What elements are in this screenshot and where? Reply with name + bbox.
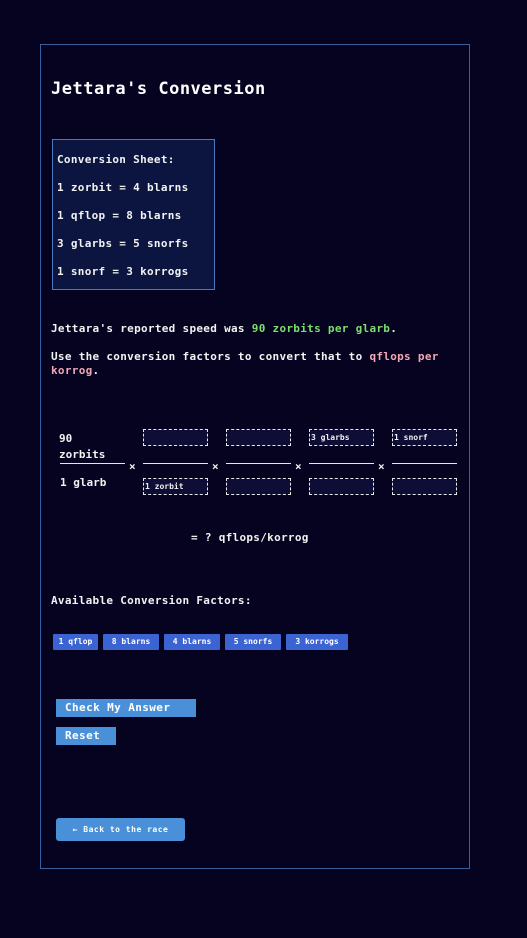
main-panel: Jettara's Conversion Conversion Sheet: 1…	[40, 44, 470, 869]
factor-chip[interactable]: 1 qflop	[53, 634, 98, 650]
instruction-suffix: .	[92, 364, 100, 377]
back-to-race-button[interactable]: ← Back to the race	[56, 818, 185, 841]
sheet-line-3: 3 glarbs = 5 snorfs	[57, 237, 189, 250]
slot-3-fraction-bar	[309, 463, 374, 464]
slot-1-denominator[interactable]: 1 zorbit	[143, 478, 208, 495]
slot-3-numerator[interactable]: 3 glarbs	[309, 429, 374, 446]
slot-2-numerator[interactable]	[226, 429, 291, 446]
start-denominator: 1 glarb	[60, 476, 107, 489]
slot-2-fraction-bar	[226, 463, 291, 464]
factor-chip[interactable]: 5 snorfs	[225, 634, 281, 650]
speed-value: 90 zorbits per glarb	[251, 322, 391, 335]
times-symbol-3: ×	[295, 460, 302, 473]
sheet-line-4: 1 snorf = 3 korrogs	[57, 265, 189, 278]
sheet-heading: Conversion Sheet:	[57, 153, 175, 166]
factor-chip[interactable]: 4 blarns	[164, 634, 220, 650]
check-answer-button[interactable]: Check My Answer	[56, 699, 196, 717]
factor-chip[interactable]: 8 blarns	[103, 634, 159, 650]
speed-statement: Jettara's reported speed was 90 zorbits …	[51, 322, 461, 336]
page-title: Jettara's Conversion	[51, 79, 266, 99]
start-fraction-bar	[60, 463, 125, 464]
conversion-sheet: Conversion Sheet: 1 zorbit = 4 blarns 1 …	[52, 139, 215, 290]
slot-4-denominator[interactable]	[392, 478, 457, 495]
slot-3-denominator[interactable]	[309, 478, 374, 495]
speed-prefix: Jettara's reported speed was	[51, 322, 252, 335]
factor-chip[interactable]: 3 korrogs	[286, 634, 348, 650]
slot-4-fraction-bar	[392, 463, 457, 464]
sheet-line-1: 1 zorbit = 4 blarns	[57, 181, 189, 194]
reset-button[interactable]: Reset	[56, 727, 116, 745]
slot-1-fraction-bar	[143, 463, 208, 464]
times-symbol-4: ×	[378, 460, 385, 473]
instruction-prefix: Use the conversion factors to convert th…	[51, 350, 370, 363]
times-symbol-1: ×	[129, 460, 136, 473]
times-symbol-2: ×	[212, 460, 219, 473]
start-numerator: 90 zorbits	[59, 432, 106, 461]
slot-1-numerator[interactable]	[143, 429, 208, 446]
speed-suffix: .	[390, 322, 398, 335]
factors-title: Available Conversion Factors:	[51, 594, 252, 607]
instruction-statement: Use the conversion factors to convert th…	[51, 350, 461, 378]
slot-4-numerator[interactable]: 1 snorf	[392, 429, 457, 446]
result-expression: = ? qflops/korrog	[191, 531, 309, 544]
slot-2-denominator[interactable]	[226, 478, 291, 495]
sheet-line-2: 1 qflop = 8 blarns	[57, 209, 182, 222]
